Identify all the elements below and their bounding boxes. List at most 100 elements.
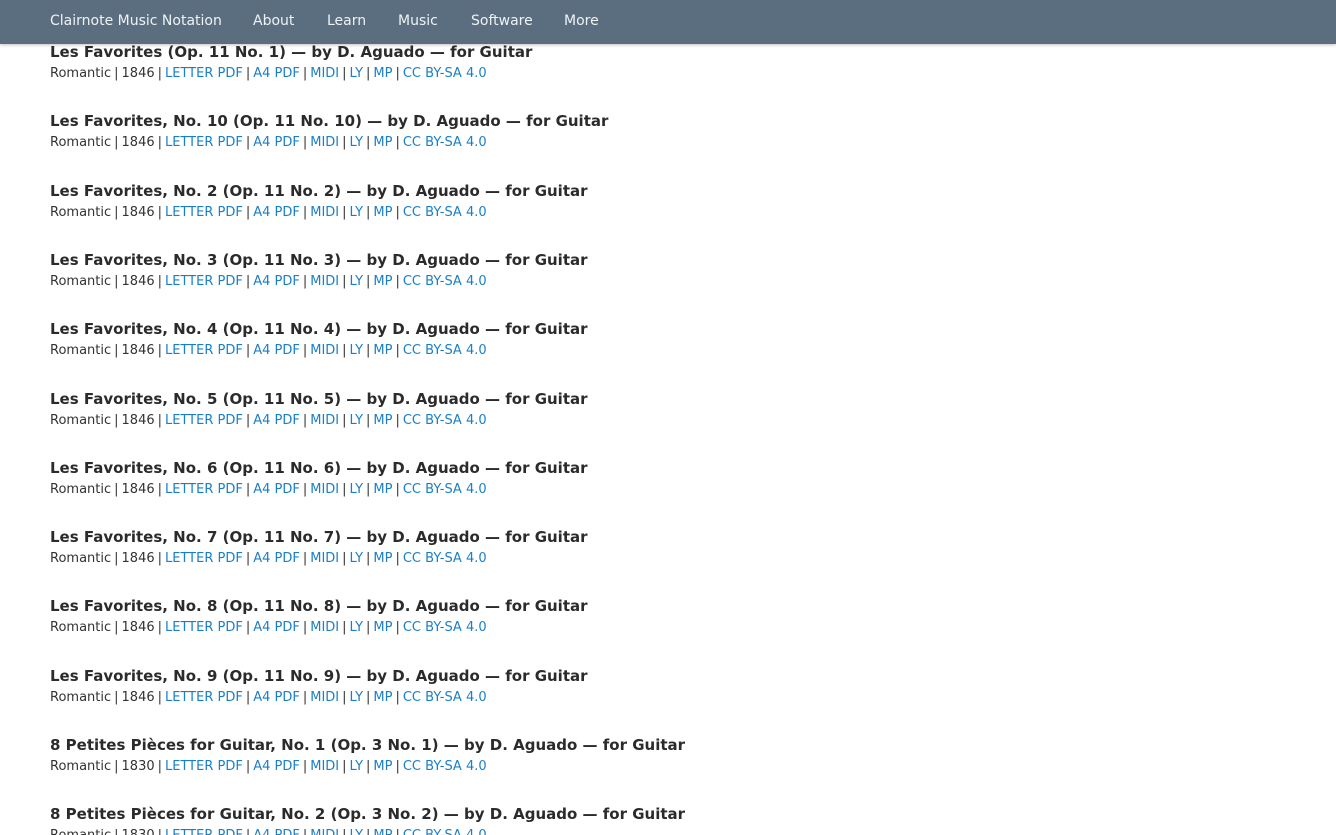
ly-link[interactable]: LY — [350, 274, 363, 289]
ly-link[interactable]: LY — [350, 759, 363, 774]
license-link[interactable]: CC BY-SA 4.0 — [403, 690, 487, 705]
a4-pdf-link[interactable]: A4 PDF — [253, 551, 300, 566]
separator: | — [114, 620, 119, 636]
license-link[interactable]: CC BY-SA 4.0 — [403, 828, 487, 835]
mp-link[interactable]: MP — [373, 343, 392, 358]
separator: | — [302, 204, 308, 220]
separator: | — [245, 343, 251, 359]
license-link[interactable]: CC BY-SA 4.0 — [403, 759, 487, 774]
entry-title: Les Favorites, No. 8 (Op. 11 No. 8) — by… — [50, 597, 588, 616]
a4-pdf-link[interactable]: A4 PDF — [253, 620, 300, 635]
a4-pdf-link[interactable]: A4 PDF — [253, 828, 300, 835]
separator: | — [157, 273, 163, 289]
nav-item-learn[interactable]: Learn — [327, 13, 366, 29]
separator: | — [114, 412, 119, 428]
a4-pdf-link[interactable]: A4 PDF — [253, 205, 300, 220]
license-link[interactable]: CC BY-SA 4.0 — [403, 343, 487, 358]
separator: | — [395, 135, 400, 151]
midi-link[interactable]: MIDI — [310, 828, 339, 835]
ly-link[interactable]: LY — [350, 66, 363, 81]
mp-link[interactable]: MP — [373, 413, 392, 428]
letter-pdf-link[interactable]: LETTER PDF — [165, 413, 243, 428]
license-link[interactable]: CC BY-SA 4.0 — [403, 620, 487, 635]
separator: | — [245, 551, 251, 567]
nav-brand-link[interactable]: Clairnote Music Notation — [50, 13, 222, 29]
list-item: 8 Petites Pièces for Guitar, No. 1 (Op. … — [50, 736, 1290, 786]
letter-pdf-link[interactable]: LETTER PDF — [165, 551, 243, 566]
letter-pdf-link[interactable]: LETTER PDF — [165, 759, 243, 774]
midi-link[interactable]: MIDI — [310, 274, 339, 289]
entry-year: 1846 — [121, 481, 155, 497]
nav-item-about[interactable]: About — [253, 13, 294, 29]
nav-item-software[interactable]: Software — [471, 13, 533, 29]
mp-link[interactable]: MP — [373, 690, 392, 705]
ly-link[interactable]: LY — [350, 343, 363, 358]
midi-link[interactable]: MIDI — [310, 413, 339, 428]
midi-link[interactable]: MIDI — [310, 551, 339, 566]
mp-link[interactable]: MP — [373, 828, 392, 835]
midi-link[interactable]: MIDI — [310, 135, 339, 150]
a4-pdf-link[interactable]: A4 PDF — [253, 343, 300, 358]
letter-pdf-link[interactable]: LETTER PDF — [165, 482, 243, 497]
mp-link[interactable]: MP — [373, 274, 392, 289]
mp-link[interactable]: MP — [373, 135, 392, 150]
letter-pdf-link[interactable]: LETTER PDF — [165, 343, 243, 358]
midi-link[interactable]: MIDI — [310, 620, 339, 635]
midi-link[interactable]: MIDI — [310, 482, 339, 497]
a4-pdf-link[interactable]: A4 PDF — [253, 482, 300, 497]
ly-link[interactable]: LY — [350, 205, 363, 220]
license-link[interactable]: CC BY-SA 4.0 — [403, 135, 487, 150]
ly-link[interactable]: LY — [350, 828, 363, 835]
separator: | — [392, 828, 402, 835]
nav-item-more[interactable]: More — [564, 13, 599, 29]
ly-link[interactable]: LY — [350, 135, 363, 150]
letter-pdf-link[interactable]: LETTER PDF — [165, 205, 243, 220]
mp-link[interactable]: MP — [373, 66, 392, 81]
letter-pdf-link[interactable]: LETTER PDF — [165, 135, 243, 150]
license-link[interactable]: CC BY-SA 4.0 — [403, 274, 487, 289]
ly-link[interactable]: LY — [350, 551, 363, 566]
license-link[interactable]: CC BY-SA 4.0 — [403, 551, 487, 566]
list-item: Les Favorites, No. 7 (Op. 11 No. 7) — by… — [50, 528, 1290, 578]
nav-item-music[interactable]: Music — [398, 13, 438, 29]
a4-pdf-link[interactable]: A4 PDF — [253, 274, 300, 289]
letter-pdf-link[interactable]: LETTER PDF — [165, 274, 243, 289]
midi-link[interactable]: MIDI — [310, 759, 339, 774]
separator: | — [114, 759, 119, 774]
mp-link[interactable]: MP — [373, 205, 392, 220]
ly-link[interactable]: LY — [350, 413, 363, 428]
list-item: Les Favorites, No. 3 (Op. 11 No. 3) — by… — [50, 251, 1290, 301]
entry-title: Les Favorites, No. 9 (Op. 11 No. 9) — by… — [50, 666, 588, 685]
a4-pdf-link[interactable]: A4 PDF — [253, 135, 300, 150]
a4-pdf-link[interactable]: A4 PDF — [253, 413, 300, 428]
midi-link[interactable]: MIDI — [310, 205, 339, 220]
license-link[interactable]: CC BY-SA 4.0 — [403, 413, 487, 428]
separator: | — [114, 204, 119, 220]
letter-pdf-link[interactable]: LETTER PDF — [165, 690, 243, 705]
license-link[interactable]: CC BY-SA 4.0 — [403, 482, 487, 497]
midi-link[interactable]: MIDI — [310, 343, 339, 358]
letter-pdf-link[interactable]: LETTER PDF — [165, 828, 243, 835]
license-link[interactable]: CC BY-SA 4.0 — [403, 66, 487, 81]
entry-style: Romantic — [50, 759, 112, 774]
ly-link[interactable]: LY — [350, 690, 363, 705]
mp-link[interactable]: MP — [373, 482, 392, 497]
mp-link[interactable]: MP — [373, 551, 392, 566]
license-link[interactable]: CC BY-SA 4.0 — [403, 205, 487, 220]
entry-style: Romantic — [50, 620, 112, 636]
separator: | — [114, 551, 119, 567]
letter-pdf-link[interactable]: LETTER PDF — [165, 66, 243, 81]
a4-pdf-link[interactable]: A4 PDF — [253, 690, 300, 705]
mp-link[interactable]: MP — [373, 759, 392, 774]
letter-pdf-link[interactable]: LETTER PDF — [165, 620, 243, 635]
midi-link[interactable]: MIDI — [310, 66, 339, 81]
mp-link[interactable]: MP — [373, 620, 392, 635]
ly-link[interactable]: LY — [350, 620, 363, 635]
ly-link[interactable]: LY — [350, 482, 363, 497]
separator: | — [366, 412, 371, 428]
midi-link[interactable]: MIDI — [310, 690, 339, 705]
separator: | — [342, 135, 347, 151]
entry-style: Romantic — [50, 343, 112, 359]
a4-pdf-link[interactable]: A4 PDF — [253, 66, 300, 81]
a4-pdf-link[interactable]: A4 PDF — [253, 759, 300, 774]
